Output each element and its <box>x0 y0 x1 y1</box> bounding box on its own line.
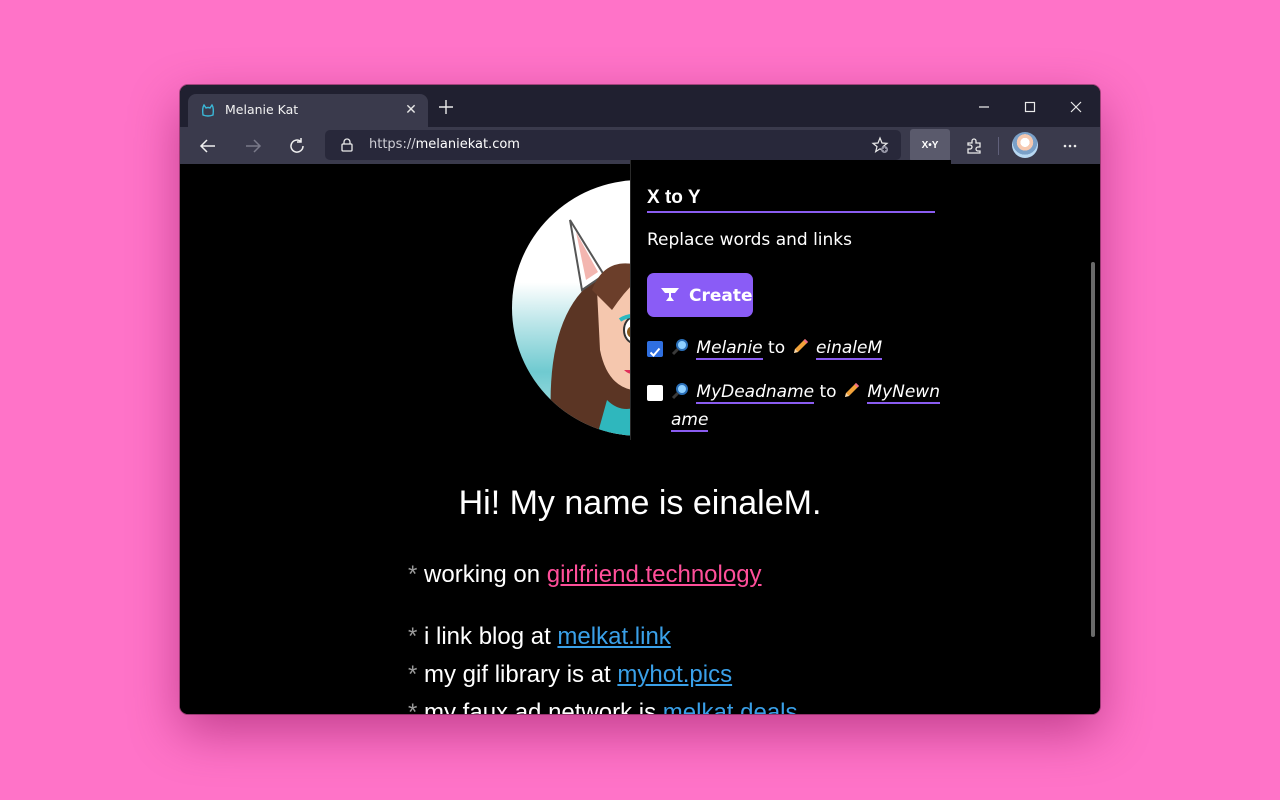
lock-icon[interactable] <box>339 137 355 153</box>
minimize-icon[interactable] <box>974 97 994 117</box>
url-prefix: https:// <box>369 137 416 152</box>
forward-icon[interactable] <box>243 136 263 156</box>
list-item-working-on: * working on girlfriend.technology <box>408 561 762 589</box>
scrollbar[interactable] <box>1091 262 1095 637</box>
checkmark-icon <box>649 347 661 357</box>
url-domain: melaniekat.com <box>415 137 520 152</box>
rule-joiner: to <box>819 382 837 402</box>
cat-favicon-icon <box>201 103 215 117</box>
popup-subtitle: Replace words and links <box>647 230 853 250</box>
x-to-y-extension-button[interactable]: X•Y <box>910 129 950 162</box>
address-bar[interactable]: https://melaniekat.com <box>325 130 901 160</box>
magnifier-icon <box>671 383 688 400</box>
magnifier-icon <box>671 339 688 356</box>
close-window-icon[interactable] <box>1066 97 1086 117</box>
girlfriend-technology-link[interactable]: girlfriend.technology <box>547 561 762 588</box>
extensions-icon[interactable] <box>964 136 984 156</box>
list-item-text: my faux ad network is <box>424 699 663 714</box>
rule-from-word[interactable]: MyDeadname <box>696 382 815 404</box>
close-tab-icon[interactable]: ✕ <box>402 101 420 119</box>
bullet: * <box>408 561 418 588</box>
anvil-icon <box>661 288 679 301</box>
pencil-icon <box>845 383 859 397</box>
rule-from-word[interactable]: Melanie <box>696 338 763 360</box>
popup-title: X to Y <box>647 187 935 213</box>
melkat-deals-link[interactable]: melkat.deals <box>663 699 798 714</box>
browser-window: Melanie Kat ✕ https://melaniekat.com X•Y… <box>180 85 1100 714</box>
create-button[interactable]: Create <box>647 273 753 317</box>
url-text: https://melaniekat.com <box>369 137 520 152</box>
profile-avatar[interactable] <box>1012 132 1038 158</box>
list-item-text: my gif library is at <box>424 661 618 688</box>
tab-title: Melanie Kat <box>225 102 299 117</box>
toolbar-divider <box>998 137 999 155</box>
back-icon[interactable] <box>198 136 218 156</box>
list-item-text: working on <box>424 561 547 588</box>
list-item-text: i link blog at <box>424 623 558 650</box>
refresh-icon[interactable] <box>287 136 307 156</box>
rule-joiner: to <box>768 338 786 358</box>
browser-toolbar: https://melaniekat.com X•Y <box>180 127 1100 164</box>
title-bar: Melanie Kat ✕ <box>180 85 1100 127</box>
bullet: * <box>408 661 418 688</box>
rule-to-word[interactable]: einaleM <box>815 338 883 360</box>
maximize-icon[interactable] <box>1020 97 1040 117</box>
new-tab-icon[interactable] <box>436 97 456 117</box>
pencil-icon <box>793 339 808 353</box>
bullet: * <box>408 699 418 714</box>
melkat-link-link[interactable]: melkat.link <box>557 623 670 650</box>
myhot-pics-link[interactable]: myhot.pics <box>617 661 732 688</box>
tab-melanie-kat[interactable]: Melanie Kat ✕ <box>188 94 428 127</box>
create-button-label: Create <box>689 286 753 306</box>
x-to-y-popup: X to Y Replace words and links Create Me… <box>630 160 951 440</box>
list-item-link-blog: * i link blog at melkat.link <box>408 623 671 651</box>
list-item-ad-network: * my faux ad network is melkat.deals <box>408 699 798 714</box>
page-heading: Hi! My name is einaleM. <box>458 484 822 522</box>
more-options-icon[interactable] <box>1060 136 1080 156</box>
bullet: * <box>408 623 418 650</box>
rule-checkbox[interactable] <box>647 341 663 357</box>
rule-checkbox[interactable] <box>647 385 663 401</box>
add-favorite-icon[interactable] <box>871 136 889 154</box>
list-item-gif-library: * my gif library is at myhot.pics <box>408 661 732 689</box>
